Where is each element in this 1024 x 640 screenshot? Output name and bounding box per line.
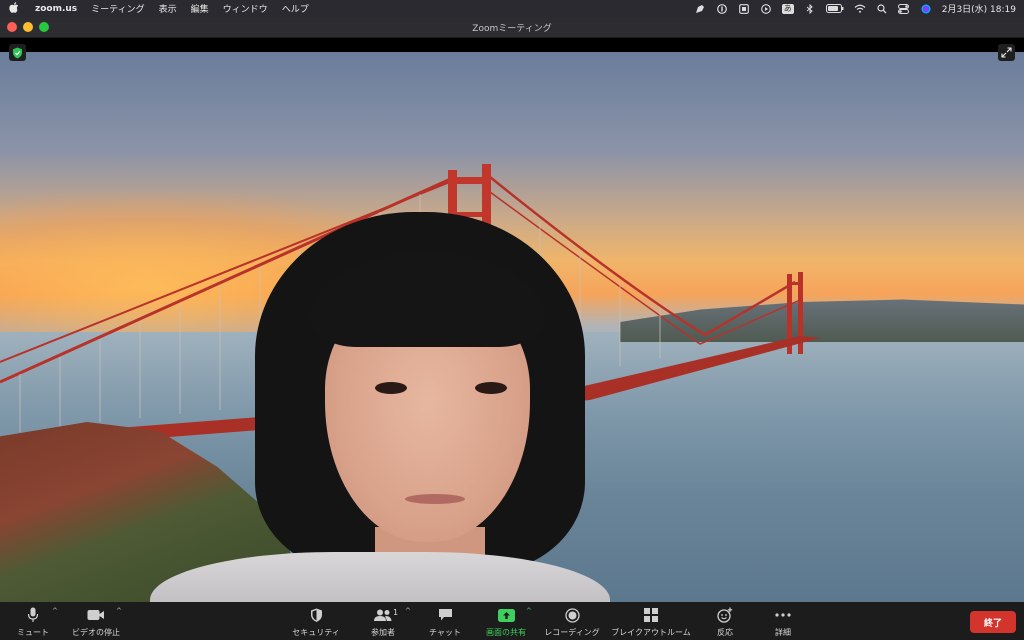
- more-button[interactable]: 詳細: [768, 605, 798, 639]
- menu-edit[interactable]: 編集: [184, 2, 216, 15]
- window-title: Zoomミーティング: [472, 23, 552, 34]
- end-meeting-button[interactable]: 終了: [970, 611, 1016, 633]
- play-icon[interactable]: [760, 3, 772, 14]
- menu-meeting[interactable]: ミーティング: [84, 2, 151, 15]
- input-method-icon[interactable]: あ: [781, 3, 794, 14]
- menu-window[interactable]: ウィンドウ: [216, 2, 275, 15]
- wifi-icon[interactable]: [854, 4, 866, 14]
- add-reaction-icon: [717, 605, 733, 625]
- audio-options-chevron-icon[interactable]: ^: [52, 607, 58, 615]
- video-view[interactable]: [0, 52, 1024, 602]
- participant-video: [150, 212, 610, 602]
- participants-label: 参加者: [371, 628, 395, 637]
- chat-label: チャット: [429, 628, 461, 637]
- search-icon[interactable]: [876, 3, 888, 14]
- macos-menubar: zoom.us ミーティング 表示 編集 ウィンドウ ヘルプ あ 2月3日(水)…: [0, 0, 1024, 17]
- breakout-rooms-label: ブレイクアウトルーム: [611, 628, 691, 637]
- more-label: 詳細: [775, 628, 791, 637]
- microphone-icon: [27, 605, 39, 625]
- mute-button[interactable]: ミュート: [15, 605, 51, 639]
- record-button[interactable]: レコーディング: [544, 605, 600, 639]
- video-top-strip: [0, 38, 1024, 52]
- participants-count: 1: [393, 608, 399, 617]
- meeting-toolbar: ミュート ^ ビデオの停止 ^ セキュリティ 参加者 1 ^ チャット 画面の共…: [0, 602, 1024, 640]
- menubar-clock[interactable]: 2月3日(水) 18:19: [942, 2, 1016, 15]
- stop-video-label: ビデオの停止: [72, 628, 120, 637]
- participant-left-eye: [375, 382, 407, 394]
- breakout-rooms-button[interactable]: ブレイクアウトルーム: [611, 605, 691, 639]
- close-window-button[interactable]: [7, 22, 17, 32]
- chat-button[interactable]: チャット: [425, 605, 465, 639]
- record-label: レコーディング: [544, 628, 600, 637]
- participant-shirt: [150, 552, 610, 602]
- bluetooth-icon[interactable]: [804, 3, 816, 14]
- reactions-label: 反応: [717, 628, 733, 637]
- share-screen-button[interactable]: 画面の共有: [484, 605, 528, 639]
- breakout-rooms-icon: [644, 605, 658, 625]
- stop-video-button[interactable]: ビデオの停止: [70, 605, 122, 639]
- security-button[interactable]: セキュリティ: [290, 605, 342, 639]
- participants-options-chevron-icon[interactable]: ^: [405, 607, 411, 615]
- battery-icon[interactable]: [825, 4, 844, 14]
- mute-label: ミュート: [17, 628, 49, 637]
- encryption-shield-icon[interactable]: [9, 44, 26, 61]
- participant-mouth: [405, 494, 465, 504]
- apple-menu-icon[interactable]: [0, 1, 28, 16]
- record-icon: [564, 605, 580, 625]
- share-screen-icon: [497, 605, 515, 625]
- participant-right-eye: [475, 382, 507, 394]
- video-options-chevron-icon[interactable]: ^: [116, 607, 122, 615]
- reactions-button[interactable]: 反応: [710, 605, 740, 639]
- siri-icon[interactable]: [920, 4, 932, 14]
- more-dots-icon: [775, 605, 791, 625]
- pen-icon[interactable]: [694, 4, 706, 14]
- chat-bubble-icon: [438, 605, 453, 625]
- participants-icon: [373, 605, 393, 625]
- fullscreen-expand-icon[interactable]: [998, 44, 1015, 61]
- video-camera-icon: [87, 605, 105, 625]
- menu-view[interactable]: 表示: [152, 2, 184, 15]
- share-screen-label: 画面の共有: [486, 628, 526, 637]
- screen-record-icon[interactable]: [738, 3, 750, 14]
- menu-app-name[interactable]: zoom.us: [28, 4, 84, 14]
- control-center-icon[interactable]: [898, 3, 910, 14]
- security-label: セキュリティ: [292, 628, 340, 637]
- fullscreen-window-button[interactable]: [39, 22, 49, 32]
- window-titlebar[interactable]: Zoomミーティング: [0, 17, 1024, 38]
- menubar-status-area: あ 2月3日(水) 18:19: [694, 2, 1024, 15]
- window-controls: [0, 22, 49, 32]
- share-options-chevron-icon[interactable]: ^: [526, 607, 532, 615]
- one-password-icon[interactable]: [716, 3, 728, 14]
- menu-help[interactable]: ヘルプ: [275, 2, 316, 15]
- security-shield-icon: [310, 605, 323, 625]
- minimize-window-button[interactable]: [23, 22, 33, 32]
